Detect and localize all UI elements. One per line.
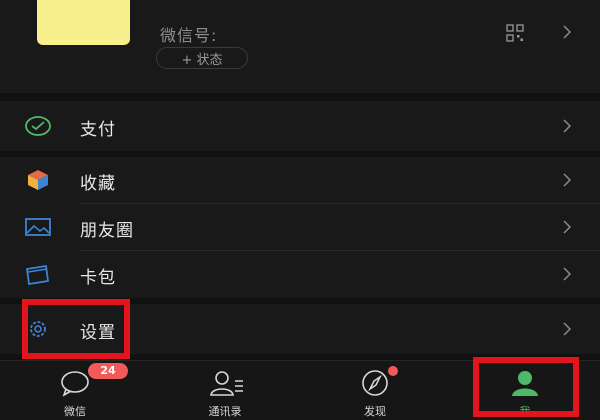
- menu-item-favorites[interactable]: 收藏: [0, 157, 600, 203]
- qr-code-icon[interactable]: [506, 24, 524, 42]
- avatar[interactable]: [37, 0, 130, 45]
- pay-group: 支付: [0, 101, 600, 151]
- menu-item-settings[interactable]: 设置: [0, 306, 600, 352]
- profile-header[interactable]: 微信号: + 状态: [0, 0, 600, 93]
- unread-badge: 24: [88, 363, 128, 379]
- pay-icon: [24, 115, 52, 137]
- status-button[interactable]: + 状态: [156, 47, 248, 69]
- settings-gear-icon: [24, 318, 52, 340]
- chevron-right-icon: [562, 266, 572, 282]
- menu-item-label: 设置: [80, 323, 116, 343]
- chevron-right-icon: [562, 219, 572, 235]
- contacts-icon: [210, 369, 243, 397]
- menu-item-cards[interactable]: 卡包: [0, 251, 600, 297]
- wechat-id-label: 微信号:: [160, 26, 218, 45]
- chevron-right-icon: [562, 118, 572, 134]
- tab-me[interactable]: 我: [450, 361, 600, 420]
- moments-picture-icon: [24, 216, 52, 238]
- menu-item-moments[interactable]: 朋友圈: [0, 204, 600, 250]
- chat-bubble-icon: [60, 369, 90, 397]
- tab-label: 通讯录: [208, 405, 242, 418]
- settings-group: 设置: [0, 304, 600, 354]
- tab-label: 我: [519, 405, 531, 418]
- tab-discover[interactable]: 发现: [300, 361, 450, 420]
- compass-icon: [360, 369, 390, 397]
- menu-item-label: 朋友圈: [80, 221, 134, 241]
- favorites-cube-icon: [24, 169, 52, 191]
- notification-dot: [388, 366, 398, 376]
- card-wallet-icon: [24, 263, 52, 286]
- chevron-right-icon: [562, 24, 572, 40]
- menu-item-label: 支付: [80, 120, 116, 140]
- menu-item-label: 收藏: [80, 174, 116, 194]
- chevron-right-icon: [562, 321, 572, 337]
- bottom-tab-bar: 微信 24 通讯录 发现 我: [0, 360, 600, 420]
- features-group: 收藏 朋友圈 卡包: [0, 157, 600, 298]
- tab-label: 微信: [64, 405, 86, 418]
- menu-item-label: 卡包: [80, 268, 116, 288]
- tab-contacts[interactable]: 通讯录: [150, 361, 300, 420]
- chevron-right-icon: [562, 172, 572, 188]
- person-icon: [510, 369, 540, 397]
- menu-item-pay[interactable]: 支付: [0, 103, 600, 149]
- tab-label: 发现: [364, 405, 386, 418]
